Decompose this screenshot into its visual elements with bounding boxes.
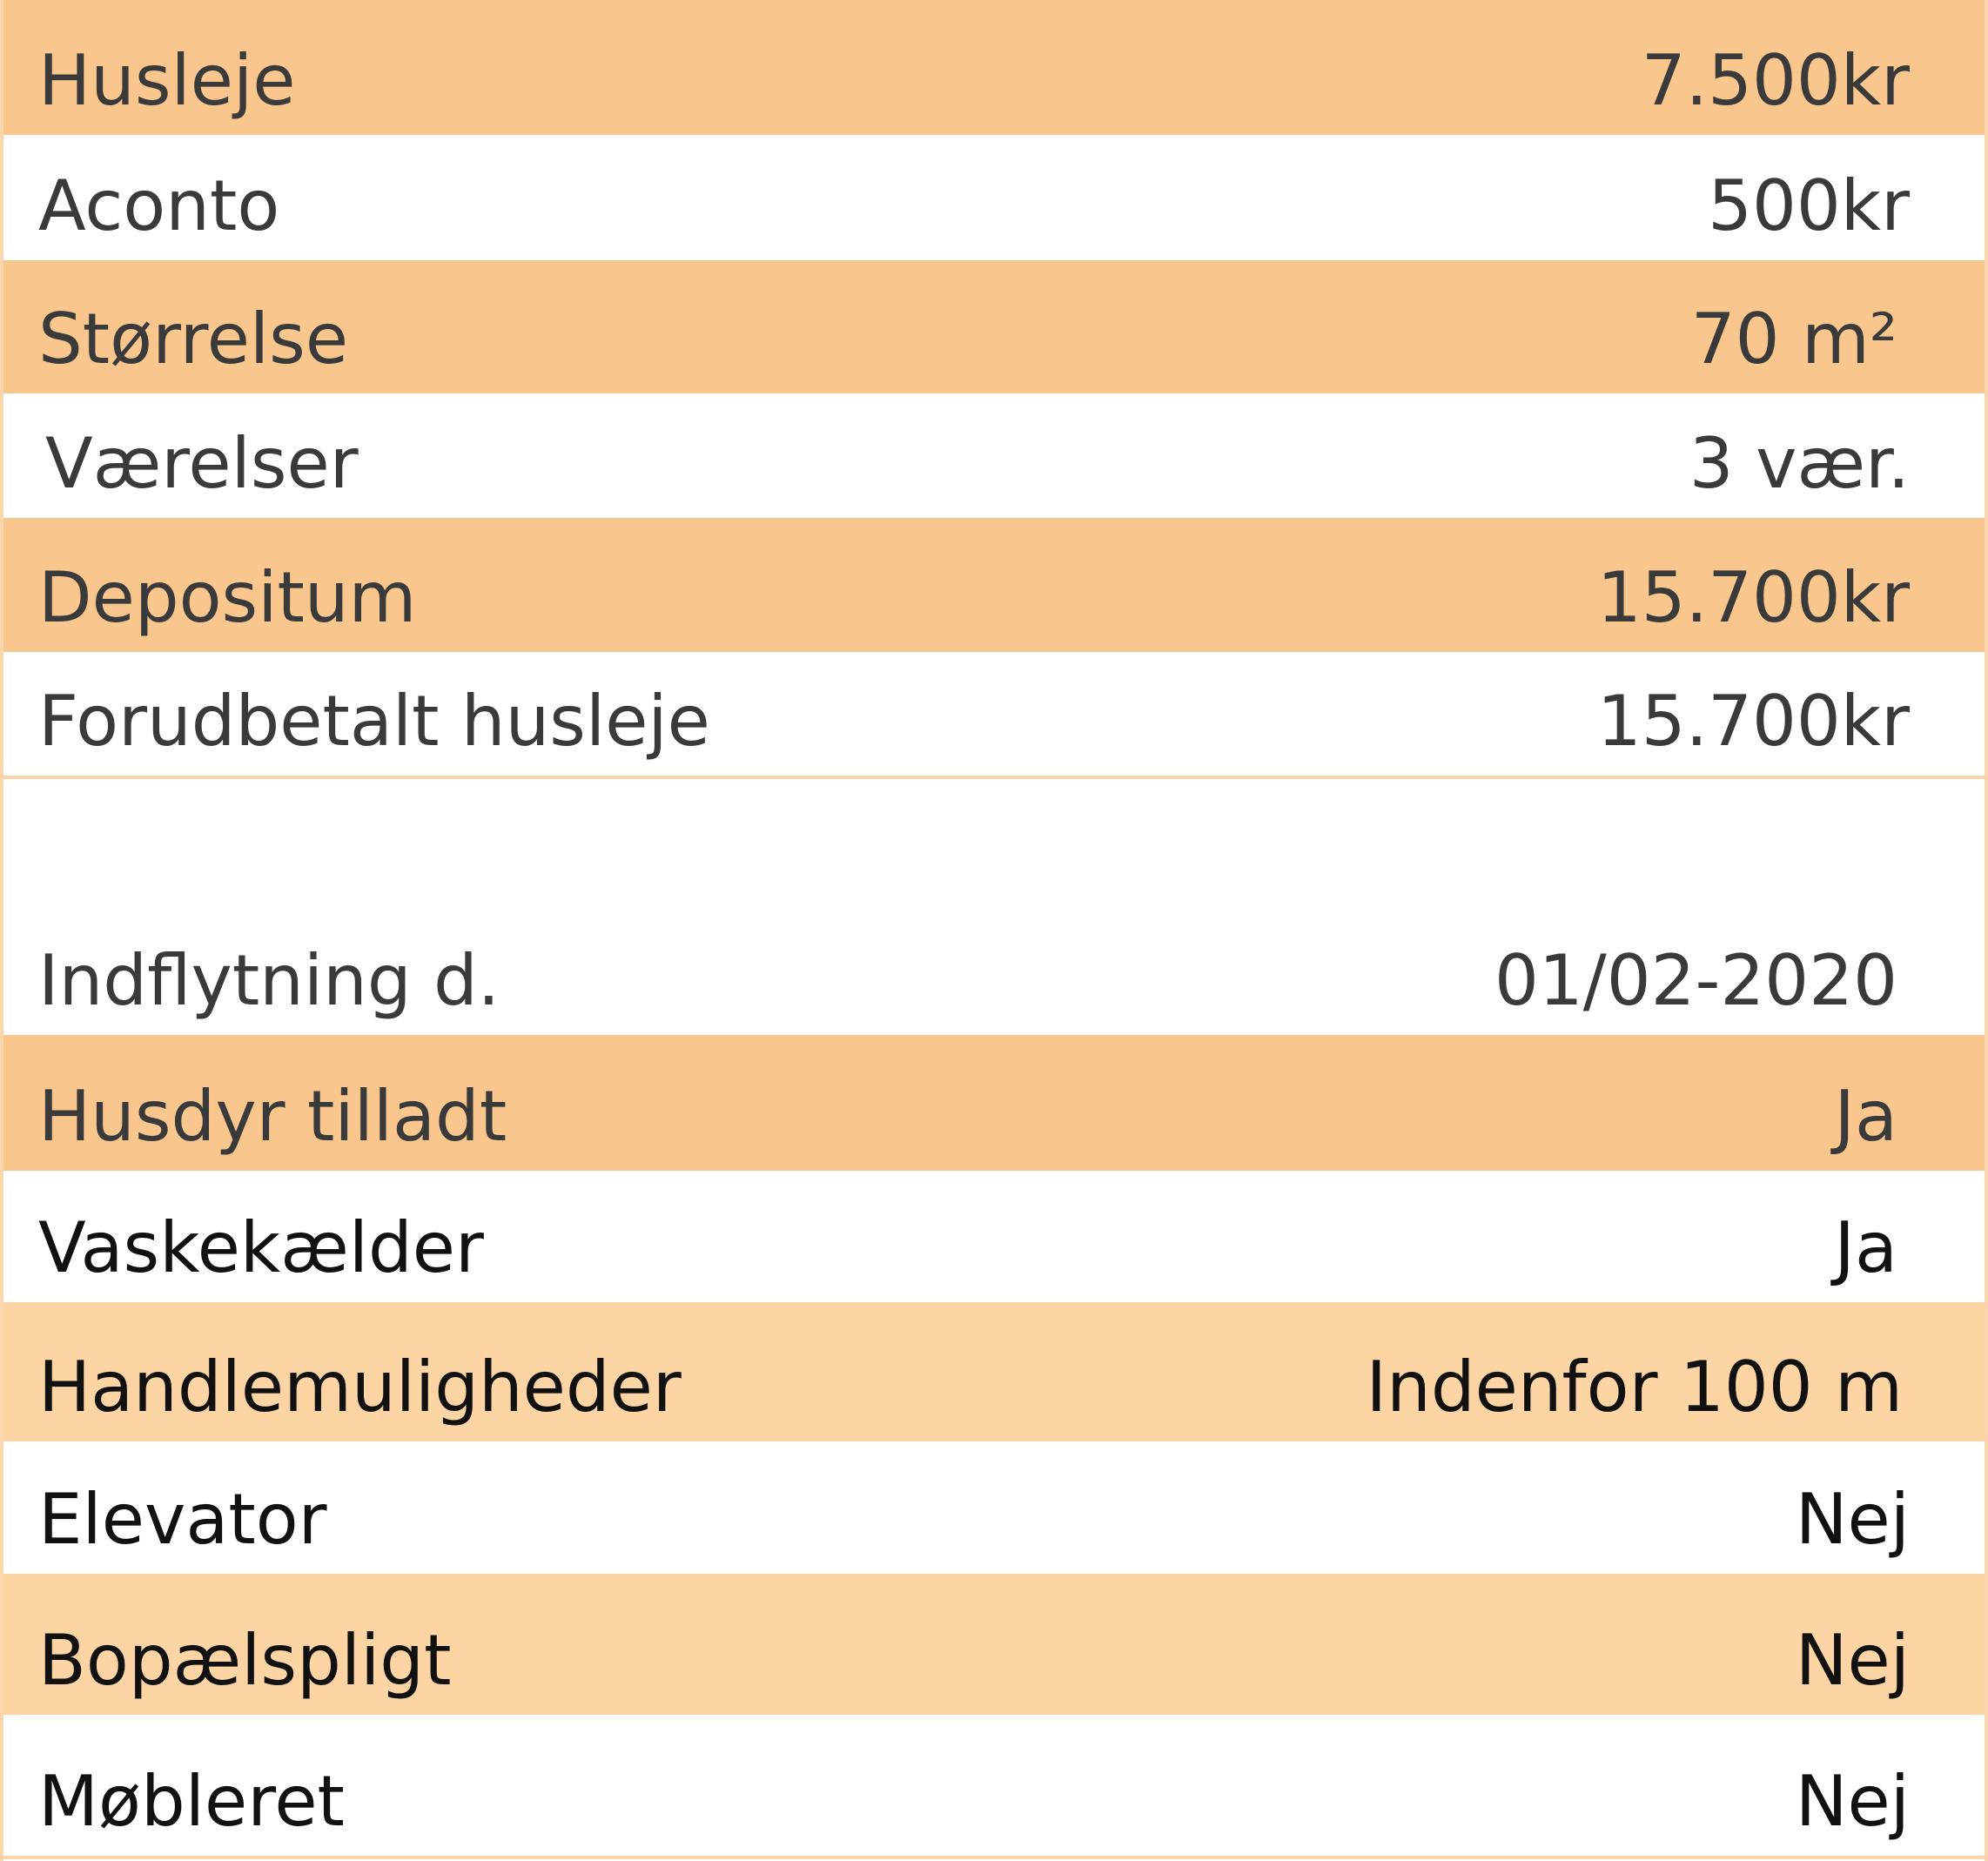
row-moebleret: Møbleret Nej bbox=[3, 1715, 1985, 1856]
row-value: Ja bbox=[1834, 1207, 1897, 1288]
row-value: Nej bbox=[1795, 1761, 1910, 1842]
row-label: Husleje bbox=[38, 40, 296, 121]
row-depositum: Depositum 15.700kr bbox=[3, 518, 1985, 652]
row-indflytning: Indflytning d. 01/02-2020 bbox=[3, 914, 1985, 1035]
row-value: 3 vær. bbox=[1689, 423, 1910, 504]
row-value: Ja bbox=[1834, 1076, 1897, 1157]
row-value: Indenfor 100 m bbox=[1366, 1347, 1903, 1428]
row-label: Møbleret bbox=[38, 1761, 345, 1842]
row-value: 15.700kr bbox=[1596, 681, 1910, 762]
row-aconto: Aconto 500kr bbox=[3, 135, 1985, 260]
row-label: Værelser bbox=[45, 423, 359, 504]
row-vaerelser: Værelser 3 vær. bbox=[3, 393, 1985, 518]
row-label: Depositum bbox=[38, 557, 417, 638]
row-vaskekaelder: Vaskekælder Ja bbox=[3, 1171, 1985, 1302]
row-value: Nej bbox=[1795, 1620, 1910, 1701]
row-handlemuligheder: Handlemuligheder Indenfor 100 m bbox=[3, 1302, 1985, 1441]
row-label: Størrelse bbox=[38, 299, 349, 380]
table-bottom-border bbox=[0, 1856, 1988, 1859]
row-value: 7.500kr bbox=[1641, 40, 1910, 121]
row-label: Handlemuligheder bbox=[38, 1347, 682, 1428]
row-husdyr-tilladt: Husdyr tilladt Ja bbox=[3, 1035, 1985, 1171]
property-details-table: Husleje 7.500kr Aconto 500kr Størrelse 7… bbox=[0, 0, 1988, 1861]
row-value: 15.700kr bbox=[1596, 557, 1910, 638]
row-label: Bopælspligt bbox=[38, 1620, 452, 1701]
row-label: Aconto bbox=[38, 165, 280, 246]
row-label: Elevator bbox=[38, 1479, 327, 1560]
row-label: Vaskekælder bbox=[38, 1207, 484, 1288]
table-border-right bbox=[1985, 0, 1988, 1861]
row-value: 500kr bbox=[1708, 165, 1910, 246]
row-value: 70 m² bbox=[1690, 299, 1897, 380]
row-forudbetalt-husleje: Forudbetalt husleje 15.700kr bbox=[3, 652, 1985, 776]
row-value: 01/02-2020 bbox=[1494, 940, 1897, 1021]
row-value: Nej bbox=[1795, 1479, 1910, 1560]
row-label: Husdyr tilladt bbox=[38, 1076, 507, 1157]
section-divider bbox=[0, 776, 1988, 779]
row-label: Forudbetalt husleje bbox=[38, 681, 710, 762]
row-stoerrelse: Størrelse 70 m² bbox=[3, 260, 1985, 393]
row-label: Indflytning d. bbox=[38, 940, 500, 1021]
row-bopaelspligt: Bopælspligt Nej bbox=[3, 1574, 1985, 1715]
row-elevator: Elevator Nej bbox=[3, 1441, 1985, 1574]
row-husleje: Husleje 7.500kr bbox=[3, 0, 1985, 135]
